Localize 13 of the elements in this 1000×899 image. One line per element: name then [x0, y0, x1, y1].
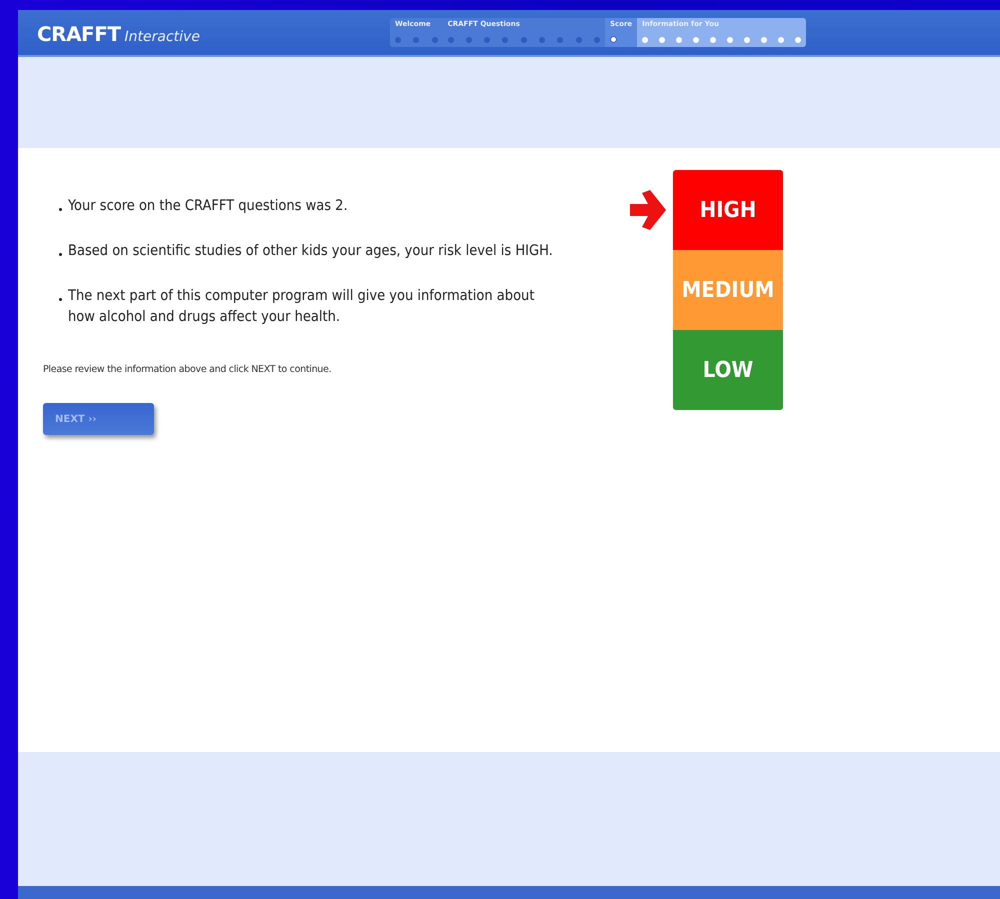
- app-title: CRAFFT: [37, 22, 121, 46]
- risk-level: LOW: [673, 330, 783, 410]
- bullet-text: Based on scientific studies of other kids your ages, your risk level is HIGH.: [59, 241, 559, 262]
- app-subtitle: Interactive: [124, 29, 200, 45]
- risk-level: MEDIUM: [673, 250, 783, 330]
- risk-level: HIGH: [673, 170, 783, 250]
- bullet-text: The next part of this computer program will give you information about how alcohol and drugs affect your health.: [59, 286, 559, 328]
- bullet-text: Your score on the CRAFFT questions was 2.: [59, 196, 559, 217]
- bullet-icon: [59, 208, 62, 211]
- bullet-icon: [59, 253, 62, 256]
- instruction-text: Please review the information above and click NEXT to continue.: [43, 364, 332, 375]
- next-button[interactable]: NEXT ››: [43, 403, 154, 435]
- bullet-icon: [59, 298, 62, 301]
